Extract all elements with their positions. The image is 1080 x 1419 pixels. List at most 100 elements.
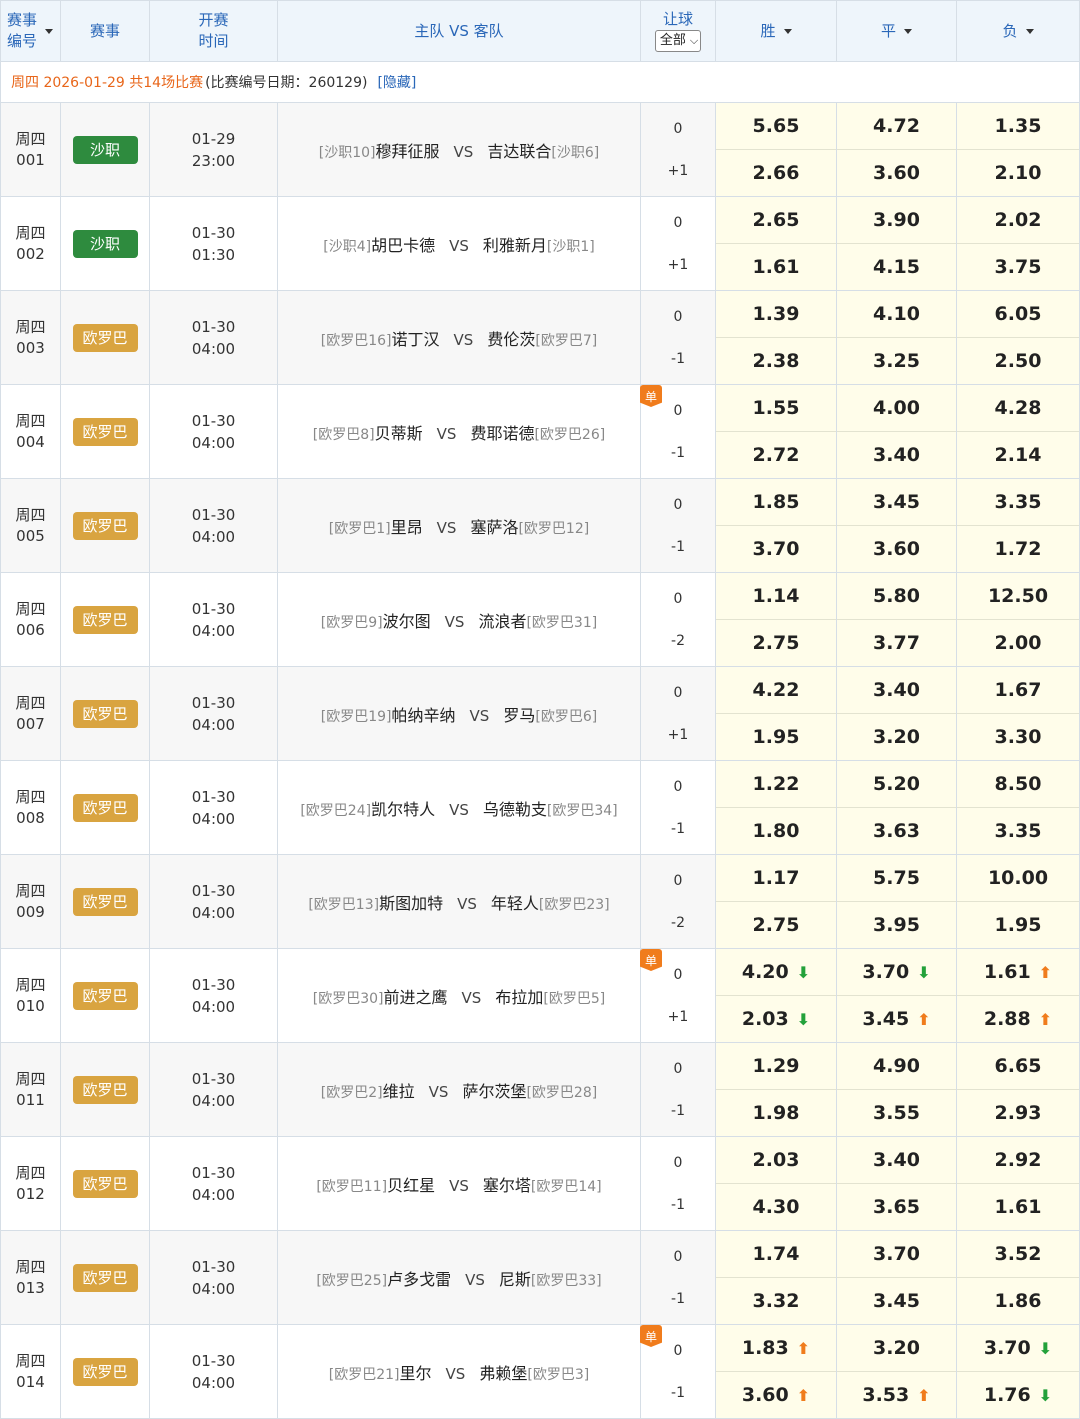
lose-odds[interactable]: 1.61 ⬆ [957,949,1079,996]
win-odds[interactable]: 2.72 [716,432,836,478]
win-odds[interactable]: 4.22 [716,667,836,714]
win-odds[interactable]: 1.55 [716,385,836,432]
home-team[interactable]: 凯尔特人 [371,800,435,819]
lose-odds[interactable]: 1.95 [957,902,1079,948]
draw-odds[interactable]: 3.60 [837,150,956,196]
lose-odds[interactable]: 10.00 [957,855,1079,902]
draw-odds[interactable]: 3.60 [837,526,956,572]
draw-odds[interactable]: 3.20 [837,1325,956,1372]
draw-odds[interactable]: 4.10 [837,291,956,338]
home-team[interactable]: 穆拜征服 [376,142,440,161]
draw-odds[interactable]: 4.72 [837,103,956,150]
header-lose[interactable]: 负 [957,0,1080,62]
lose-odds[interactable]: 6.65 [957,1043,1079,1090]
away-team[interactable]: 布拉加 [495,988,543,1007]
header-match-no[interactable]: 赛事 编号 [0,0,61,62]
lose-odds[interactable]: 8.50 [957,761,1079,808]
lose-odds[interactable]: 1.35 [957,103,1079,150]
away-team[interactable]: 弗赖堡 [479,1364,527,1383]
league-badge[interactable]: 欧罗巴 [72,323,138,352]
lose-odds[interactable]: 3.70 ⬇ [957,1325,1079,1372]
home-team[interactable]: 里昂 [391,518,423,537]
away-team[interactable]: 塞萨洛 [470,518,518,537]
home-team[interactable]: 贝红星 [387,1176,435,1195]
away-team[interactable]: 罗马 [503,706,535,725]
handicap-filter-select[interactable]: 全部 ⌵ [654,30,702,52]
lose-odds[interactable]: 2.10 [957,150,1079,196]
league-badge[interactable]: 欧罗巴 [72,793,138,822]
home-team[interactable]: 胡巴卡德 [371,236,435,255]
league-badge[interactable]: 欧罗巴 [72,981,138,1010]
lose-odds[interactable]: 2.88 ⬆ [957,996,1079,1042]
league-badge[interactable]: 沙职 [72,229,138,258]
win-odds[interactable]: 1.17 [716,855,836,902]
win-odds[interactable]: 1.80 [716,808,836,854]
away-team[interactable]: 尼斯 [499,1270,531,1289]
draw-odds[interactable]: 3.20 [837,714,956,760]
win-odds[interactable]: 1.29 [716,1043,836,1090]
draw-odds[interactable]: 3.45 ⬆ [837,996,956,1042]
away-team[interactable]: 年轻人 [491,894,539,913]
caret-down-icon[interactable] [45,29,53,34]
league-badge[interactable]: 欧罗巴 [72,1075,138,1104]
league-badge[interactable]: 欧罗巴 [72,417,138,446]
win-odds[interactable]: 1.61 [716,244,836,290]
draw-odds[interactable]: 3.40 [837,1137,956,1184]
header-win[interactable]: 胜 [716,0,837,62]
draw-odds[interactable]: 4.15 [837,244,956,290]
draw-odds[interactable]: 3.65 [837,1184,956,1230]
draw-odds[interactable]: 5.80 [837,573,956,620]
win-odds[interactable]: 1.22 [716,761,836,808]
draw-odds[interactable]: 3.45 [837,1278,956,1324]
win-odds[interactable]: 4.20 ⬇ [716,949,836,996]
home-team[interactable]: 波尔图 [383,612,431,631]
draw-odds[interactable]: 3.25 [837,338,956,384]
lose-odds[interactable]: 2.14 [957,432,1079,478]
win-odds[interactable]: 1.39 [716,291,836,338]
draw-odds[interactable]: 4.00 [837,385,956,432]
away-team[interactable]: 费耶诺德 [470,424,534,443]
lose-odds[interactable]: 3.52 [957,1231,1079,1278]
away-team[interactable]: 费伦茨 [487,330,535,349]
draw-odds[interactable]: 3.40 [837,667,956,714]
lose-odds[interactable]: 2.50 [957,338,1079,384]
away-team[interactable]: 乌德勒支 [483,800,547,819]
draw-odds[interactable]: 3.70 [837,1231,956,1278]
lose-odds[interactable]: 1.72 [957,526,1079,572]
win-odds[interactable]: 1.83 ⬆ [716,1325,836,1372]
league-badge[interactable]: 欧罗巴 [72,511,138,540]
lose-odds[interactable]: 1.76 ⬇ [957,1372,1079,1418]
lose-odds[interactable]: 1.61 [957,1184,1079,1230]
draw-odds[interactable]: 3.90 [837,197,956,244]
home-team[interactable]: 卢多戈雷 [387,1270,451,1289]
lose-odds[interactable]: 2.00 [957,620,1079,666]
home-team[interactable]: 维拉 [383,1082,415,1101]
lose-odds[interactable]: 1.67 [957,667,1079,714]
draw-odds[interactable]: 5.20 [837,761,956,808]
lose-odds[interactable]: 2.92 [957,1137,1079,1184]
win-odds[interactable]: 5.65 [716,103,836,150]
draw-odds[interactable]: 3.77 [837,620,956,666]
win-odds[interactable]: 1.14 [716,573,836,620]
draw-odds[interactable]: 3.40 [837,432,956,478]
win-odds[interactable]: 1.95 [716,714,836,760]
lose-odds[interactable]: 4.28 [957,385,1079,432]
league-badge[interactable]: 欧罗巴 [72,1263,138,1292]
win-odds[interactable]: 1.74 [716,1231,836,1278]
away-team[interactable]: 利雅新月 [483,236,547,255]
home-team[interactable]: 帕纳辛纳 [392,706,456,725]
lose-odds[interactable]: 1.86 [957,1278,1079,1324]
league-badge[interactable]: 欧罗巴 [72,1357,138,1386]
draw-odds[interactable]: 5.75 [837,855,956,902]
win-odds[interactable]: 4.30 [716,1184,836,1230]
win-odds[interactable]: 3.60 ⬆ [716,1372,836,1418]
league-badge[interactable]: 欧罗巴 [72,1169,138,1198]
home-team[interactable]: 里尔 [400,1364,432,1383]
home-team[interactable]: 斯图加特 [379,894,443,913]
lose-odds[interactable]: 6.05 [957,291,1079,338]
away-team[interactable]: 萨尔茨堡 [462,1082,526,1101]
league-badge[interactable]: 欧罗巴 [72,699,138,728]
home-team[interactable]: 前进之鹰 [384,988,448,1007]
draw-odds[interactable]: 3.45 [837,479,956,526]
lose-odds[interactable]: 3.30 [957,714,1079,760]
